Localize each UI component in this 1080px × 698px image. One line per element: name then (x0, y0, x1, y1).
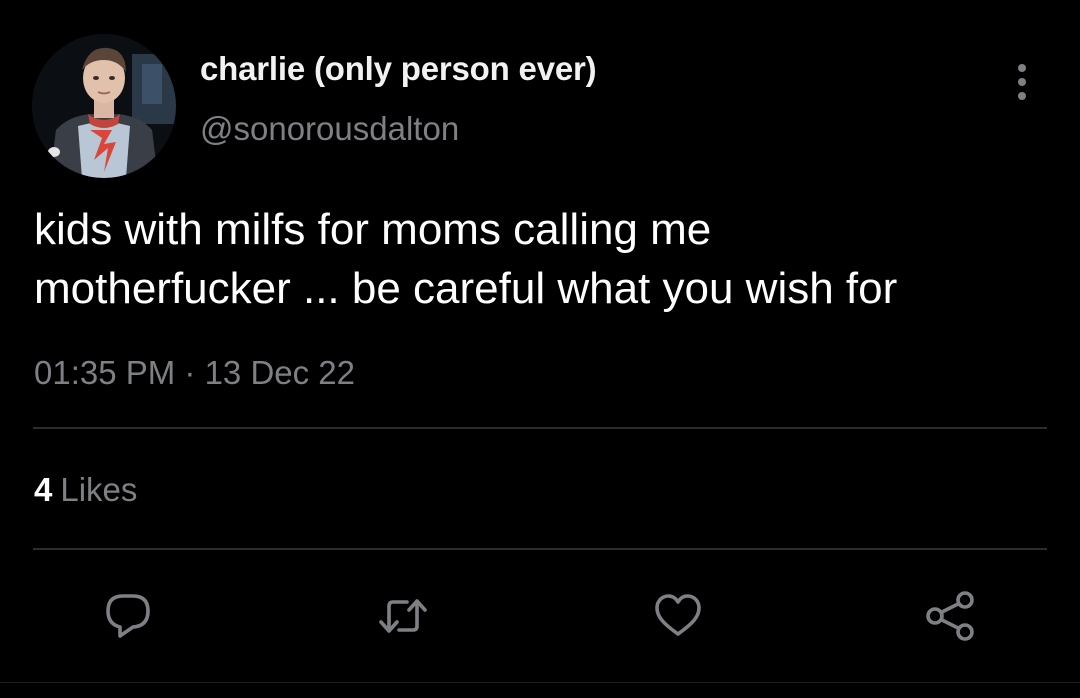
avatar-image (32, 34, 176, 178)
likes-label: Likes (60, 471, 138, 508)
share-button[interactable] (923, 588, 979, 644)
comment-icon (106, 594, 150, 638)
avatar[interactable] (32, 34, 176, 178)
like-button[interactable] (650, 588, 706, 644)
retweet-icon (379, 599, 427, 633)
tweet-text-line: motherfucker ... be careful what you wis… (34, 264, 898, 313)
likes-stat[interactable]: 4 Likes (34, 471, 137, 509)
divider (33, 427, 1047, 429)
retweet-button[interactable] (375, 588, 431, 644)
tweet-timestamp[interactable]: 01:35 PM · 13 Dec 22 (34, 354, 355, 392)
tweet-text: kids with milfs for moms calling me moth… (34, 200, 1044, 318)
more-vertical-icon (1018, 64, 1026, 100)
more-options-button[interactable] (1004, 60, 1040, 104)
divider (0, 682, 1080, 683)
divider (33, 548, 1047, 550)
author-display-name[interactable]: charlie (only person ever) (200, 50, 597, 88)
author-handle[interactable]: @sonorousdalton (200, 110, 459, 148)
tweet-detail: charlie (only person ever) @sonorousdalt… (0, 0, 1080, 698)
heart-icon (655, 594, 701, 636)
likes-count: 4 (34, 471, 53, 508)
share-icon (926, 591, 974, 641)
tweet-text-line: kids with milfs for moms calling me (34, 205, 712, 254)
reply-button[interactable] (100, 588, 156, 644)
